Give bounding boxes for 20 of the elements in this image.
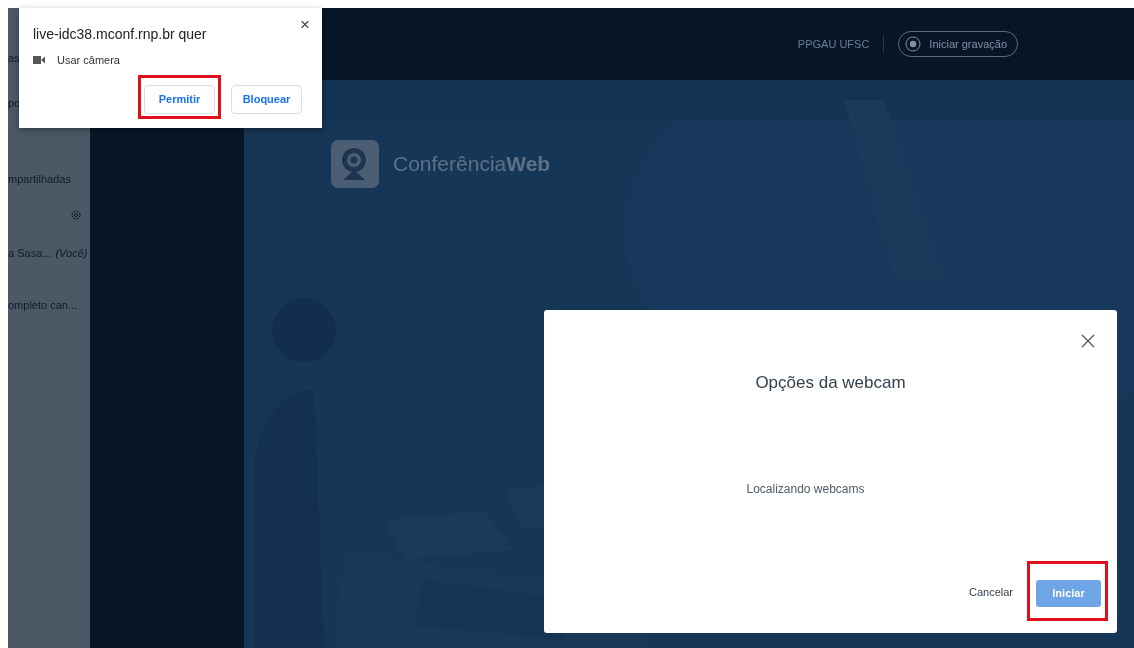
camera-icon bbox=[33, 56, 45, 65]
logo-text: ConferênciaWeb bbox=[393, 151, 551, 178]
permission-label: Usar câmera bbox=[57, 53, 120, 68]
popup-button[interactable]: Permitir bbox=[144, 84, 215, 114]
sidebar-item[interactable]: ompleto can... bbox=[8, 299, 78, 311]
close-button[interactable]: × bbox=[296, 12, 314, 38]
room-name: PPGAU UFSC bbox=[797, 36, 870, 52]
record-icon bbox=[905, 36, 922, 52]
status-message: Localizando webcams bbox=[746, 480, 865, 498]
you-label: (Você) bbox=[55, 247, 88, 259]
close-icon[interactable] bbox=[1081, 333, 1095, 348]
dialog-title: Opções da webcam bbox=[755, 372, 906, 394]
popup-button[interactable]: Bloquear bbox=[231, 84, 302, 114]
user-name[interactable]: a Sasa... bbox=[8, 247, 52, 259]
webcam-logo-icon bbox=[331, 140, 379, 188]
popup-title: live-idc38.mconf.rnp.br quer bbox=[33, 25, 207, 44]
start-button[interactable]: Iniciar bbox=[1036, 580, 1101, 607]
cancel-button[interactable]: Cancelar bbox=[968, 584, 1013, 601]
sidebar-item[interactable]: mpartilhadas bbox=[8, 173, 71, 185]
sidebar-item[interactable]: as bbox=[8, 52, 20, 64]
